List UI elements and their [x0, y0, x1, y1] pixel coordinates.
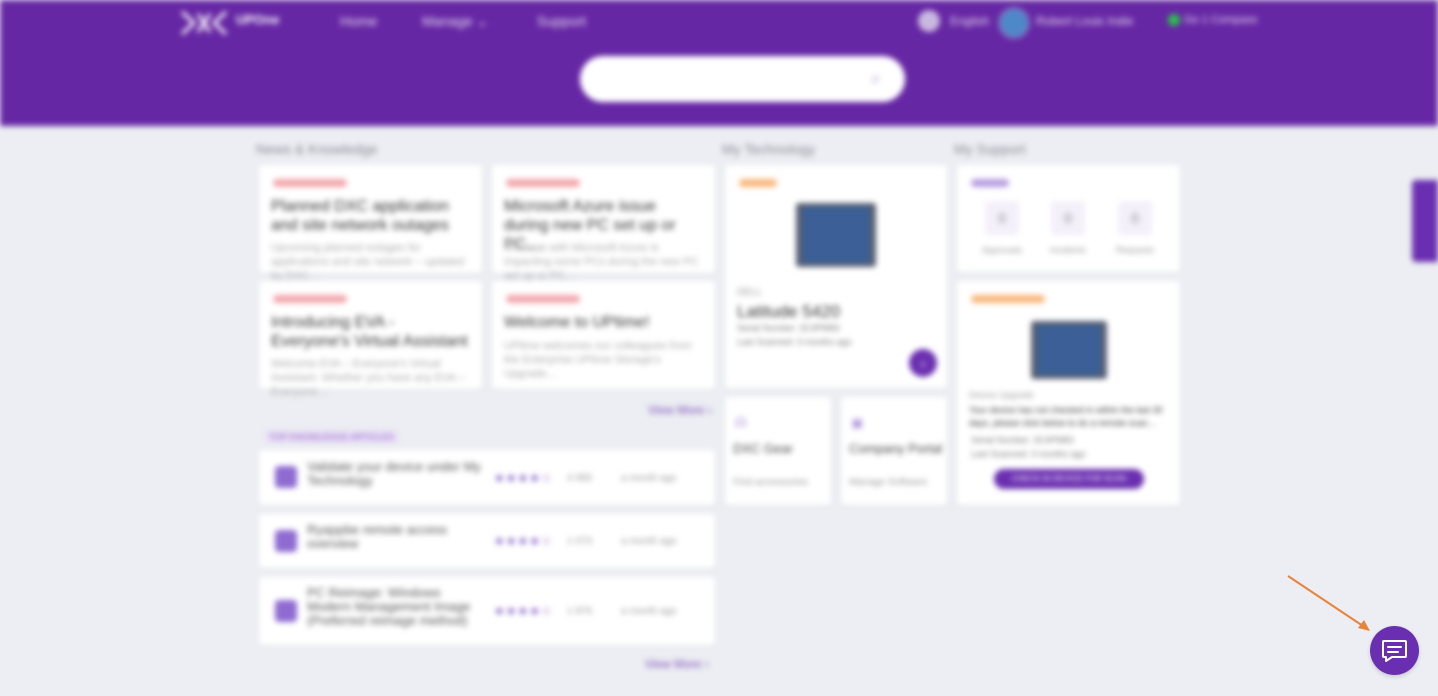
check-in-device-button[interactable]: CHECK-IN DEVICE FOR SCAN — [994, 469, 1144, 489]
kb-article-title: Validate your device under My Technology — [307, 459, 481, 488]
requests-label: Requests — [1115, 245, 1155, 255]
annotation-arrow-icon — [1287, 575, 1370, 631]
headset-icon: ☊ — [735, 415, 747, 430]
news-view-more-link[interactable]: View More › — [648, 403, 712, 417]
news-card[interactable]: Planned DXC application and site network… — [259, 165, 482, 282]
upgrade-serial: Serial Number: 3C4PM83 — [971, 435, 1074, 445]
upgrade-label: Device Upgrade — [969, 390, 1034, 400]
news-card[interactable]: Welcome to UPtime! UPtime welcomes our c… — [492, 281, 715, 389]
article-date: a month ago — [621, 536, 677, 547]
requests-count[interactable]: 0 — [1118, 201, 1152, 235]
approvals-label: Approvals — [981, 245, 1023, 255]
article-icon — [275, 466, 297, 488]
device-serial: Serial Number: 3C4PM83 — [737, 323, 840, 333]
avatar[interactable] — [998, 7, 1030, 39]
rating-stars: ★★★★☆ — [494, 534, 553, 548]
article-icon — [275, 600, 297, 622]
nav-home[interactable]: Home — [340, 13, 377, 29]
blurred-background: UPOne Home Manage ⌄ Support English Robe… — [0, 0, 1438, 696]
nav-manage[interactable]: Manage ⌄ — [422, 13, 488, 30]
chevron-down-icon: ⌄ — [476, 13, 489, 29]
announcement-tag — [273, 295, 347, 303]
search-icon[interactable]: ⌕ — [871, 68, 891, 88]
view-count: 1 073 — [567, 536, 593, 547]
news-desc: Upcoming planned outages for application… — [271, 242, 465, 282]
kb-article-title: Ryappbe remote access overview — [307, 522, 448, 551]
article-date: a month ago — [621, 606, 677, 617]
announcement-tag — [273, 179, 347, 187]
news-desc: An issue with Microsoft Azure is impacti… — [504, 242, 699, 282]
kb-article-row[interactable]: Validate your device under My Technology… — [259, 450, 715, 505]
device-status-tag — [739, 179, 777, 187]
dxc-gear-tile[interactable]: ☊ DXC Gear Find accessories — [725, 397, 831, 505]
search-input[interactable]: ⌕ — [580, 56, 905, 102]
view-more-label: View More — [645, 657, 702, 671]
view-count: 1 876 — [567, 606, 593, 617]
upgrade-last-scanned: Last Scanned: 3 months ago — [971, 449, 1086, 459]
rating-stars: ★★★★☆ — [494, 471, 553, 485]
news-title: Welcome to UPtime! — [504, 314, 650, 331]
incidents-label: Incidents — [1049, 245, 1087, 255]
laptop-image — [796, 203, 876, 267]
upgrade-tag — [971, 295, 1045, 303]
kb-article-row[interactable]: Ryappbe remote access overview ★★★★☆ 1 0… — [259, 514, 715, 568]
status-dot-icon — [1168, 14, 1180, 26]
device-name: Latitude 5420 — [737, 302, 841, 321]
upgrade-message: Your device has not checked in within th… — [969, 405, 1163, 428]
tech-section-title: My Technology — [722, 141, 816, 157]
tile-desc: Find accessories — [733, 477, 809, 488]
news-title: Planned DXC application and site network… — [271, 198, 449, 234]
feedback-side-tab[interactable] — [1412, 180, 1438, 262]
news-section-title: News & Knowledge — [256, 141, 378, 157]
support-tag — [971, 179, 1009, 187]
device-last-scanned: Last Scanned: 3 months ago — [737, 337, 852, 347]
incidents-count[interactable]: 0 — [1051, 201, 1085, 235]
device-brand: DELL — [737, 287, 763, 298]
tile-desc: Manage Software — [849, 477, 928, 488]
view-more-label: View More — [648, 403, 705, 417]
support-counts-card: 0 Approvals 0 Incidents 0 Requests — [957, 165, 1180, 272]
user-name[interactable]: Robert Louis Indie — [1036, 14, 1133, 28]
portal-icon: ▣ — [851, 415, 864, 430]
chat-button[interactable] — [1370, 626, 1419, 675]
dxc-logo[interactable] — [180, 10, 228, 36]
chat-icon — [1382, 640, 1407, 662]
company-portal-tile[interactable]: ▣ Company Portal Manage Software — [841, 397, 947, 505]
language-selector[interactable]: English — [950, 14, 989, 28]
laptop-image — [1031, 321, 1107, 379]
nav-manage-label: Manage — [422, 13, 473, 29]
status-text[interactable]: Go 1 Compass — [1184, 14, 1257, 26]
tile-title: Company Portal — [849, 441, 943, 456]
app-name: UPOne — [236, 12, 280, 27]
device-details-button[interactable]: › — [909, 349, 937, 377]
rating-stars: ★★★★☆ — [494, 604, 553, 618]
approvals-count[interactable]: 0 — [985, 201, 1019, 235]
news-desc: UPtime welcomes our colleagues from the … — [504, 340, 692, 380]
kb-article-row[interactable]: PC Reimage: Windows Modern Management Im… — [259, 577, 715, 645]
kb-view-more-link[interactable]: View More › — [645, 657, 709, 671]
news-desc: Welcome EVA – Everyone's Virtual Assista… — [271, 358, 465, 398]
kb-section-label: TOP KNOWLEDGE ARTICLES — [265, 431, 399, 443]
top-header: UPOne Home Manage ⌄ Support English Robe… — [0, 0, 1438, 126]
news-title: Introducing EVA - Everyone's Virtual Ass… — [271, 314, 468, 350]
news-card[interactable]: Microsoft Azure issue during new PC set … — [492, 165, 715, 282]
support-section-title: My Support — [954, 141, 1026, 157]
article-icon — [275, 530, 297, 552]
news-card[interactable]: Introducing EVA - Everyone's Virtual Ass… — [259, 281, 482, 398]
announcement-tag — [506, 295, 580, 303]
view-count: 4 995 — [567, 473, 593, 484]
announcement-tag — [506, 179, 580, 187]
article-date: a month ago — [621, 473, 677, 484]
nav-support[interactable]: Support — [537, 13, 586, 29]
tile-title: DXC Gear — [733, 441, 793, 456]
globe-icon[interactable] — [918, 10, 940, 32]
kb-article-title: PC Reimage: Windows Modern Management Im… — [307, 585, 471, 628]
